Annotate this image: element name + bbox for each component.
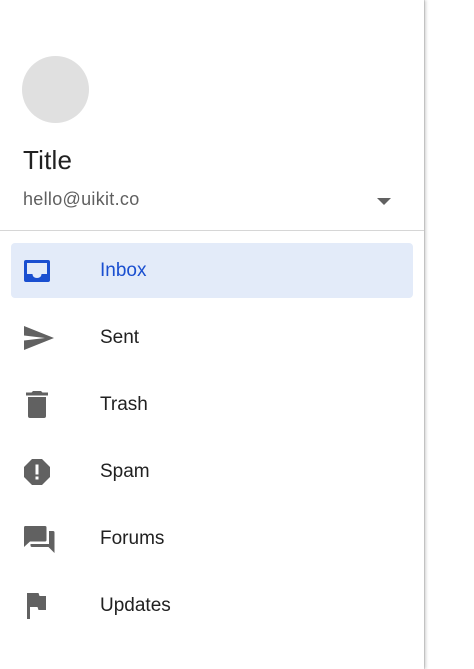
drawer-header: Title hello@uikit.co [0, 0, 424, 231]
nav-item-forums[interactable]: Forums [11, 511, 413, 566]
account-title: Title [23, 145, 73, 175]
trash-icon [23, 391, 55, 419]
nav-item-label: Trash [100, 394, 148, 415]
nav-item-sent[interactable]: Sent [11, 310, 413, 365]
account-email: hello@uikit.co [23, 189, 140, 209]
nav-item-label: Inbox [100, 260, 147, 281]
updates-icon [23, 592, 55, 620]
send-icon [23, 324, 55, 352]
avatar[interactable] [22, 56, 89, 123]
nav-item-label: Updates [100, 595, 171, 616]
nav-list: Inbox Sent Trash Spam Forums Updates [0, 243, 424, 645]
spam-icon [23, 458, 55, 486]
account-switcher-button[interactable] [368, 186, 400, 218]
nav-item-spam[interactable]: Spam [11, 444, 413, 499]
inbox-icon [23, 257, 55, 285]
nav-item-label: Spam [100, 461, 150, 482]
nav-item-label: Sent [100, 327, 140, 348]
navigation-drawer: Title hello@uikit.co Inbox Sent Trash Sp… [0, 0, 424, 669]
nav-item-inbox[interactable]: Inbox [11, 243, 413, 298]
forums-icon [23, 525, 55, 553]
nav-item-trash[interactable]: Trash [11, 377, 413, 432]
nav-item-label: Forums [100, 528, 165, 549]
app-window: Title hello@uikit.co Inbox Sent Trash Sp… [0, 0, 474, 669]
nav-item-updates[interactable]: Updates [11, 578, 413, 633]
